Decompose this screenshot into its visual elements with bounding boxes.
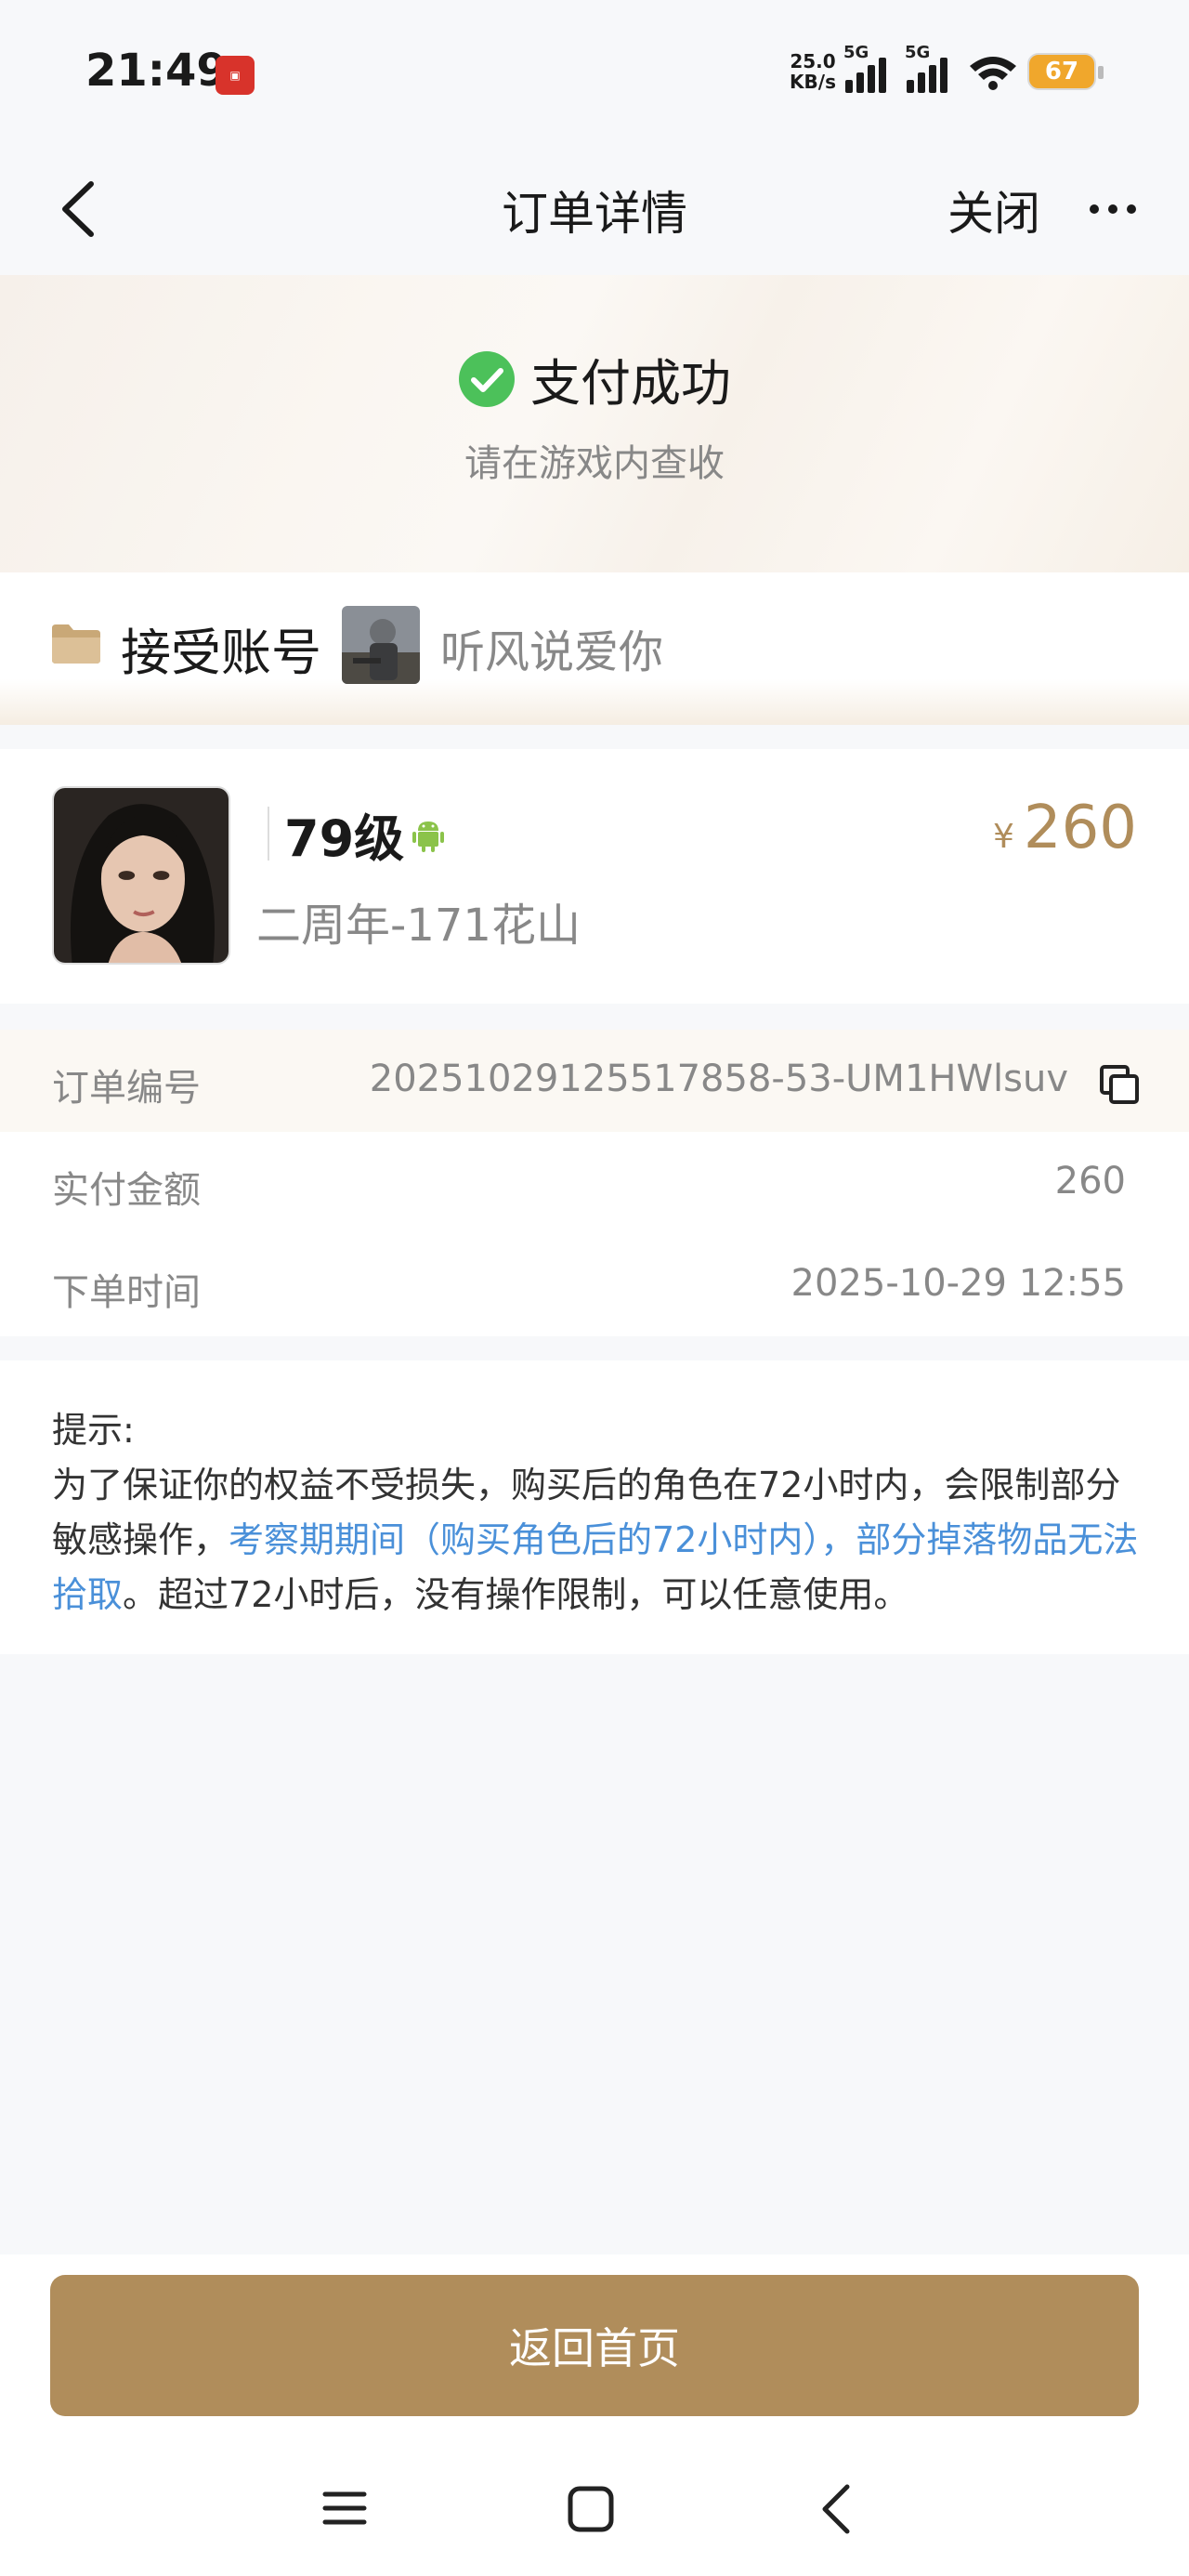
success-subtitle: 请在游戏内查收 — [464, 442, 725, 485]
nav-bar: 订单详情 关闭 — [0, 149, 1189, 275]
account-name: 听风说爱你 — [440, 626, 664, 678]
system-nav-bar — [0, 2474, 1189, 2548]
order-number-row: 订单编号 20251029125517858-53-UM1HWlsuv — [0, 1030, 1189, 1132]
character-portrait — [52, 786, 230, 965]
order-number-label: 订单编号 — [52, 1067, 201, 1110]
paid-amount-row: 实付金额 260 — [0, 1132, 1189, 1234]
order-time-value: 2025-10-29 12:55 — [790, 1262, 1126, 1305]
close-button[interactable]: 关闭 — [947, 177, 1040, 243]
tip-text: 提示: 为了保证你的权益不受损失，购买后的角色在72小时内，会限制部分敏感操作，… — [52, 1403, 1139, 1623]
sim1-label: 5G — [843, 43, 869, 62]
check-circle-icon — [459, 350, 515, 407]
price-amount: 260 — [1023, 794, 1137, 862]
menu-icon[interactable] — [320, 2483, 370, 2533]
avatar — [342, 606, 420, 684]
signal-icon: 5G — [905, 43, 959, 93]
divider — [268, 807, 269, 861]
wifi-icon — [970, 57, 1016, 90]
status-time: 21:49 — [85, 45, 228, 97]
character-level: 79级 — [284, 809, 405, 868]
battery-icon: 67 — [1027, 53, 1104, 90]
android-icon — [412, 821, 444, 852]
signal-icon: 5G — [843, 43, 897, 93]
receiving-account-section: 接受账号 听风说爱你 — [0, 572, 1189, 725]
home-icon[interactable] — [565, 2483, 617, 2535]
status-bar: 21:49 ▣ 25.0 KB/s 5G 5G 67 — [0, 0, 1189, 149]
more-dots-icon[interactable] — [1085, 195, 1141, 223]
app-notification-icon: ▣ — [216, 56, 255, 95]
back-icon[interactable] — [814, 2481, 860, 2537]
product-price: ¥ 260 — [993, 794, 1137, 862]
folder-icon — [52, 624, 100, 664]
sim2-label: 5G — [905, 43, 931, 62]
order-info-section: 订单编号 20251029125517858-53-UM1HWlsuv 实付金额… — [0, 1030, 1189, 1336]
order-time-row: 下单时间 2025-10-29 12:55 — [0, 1234, 1189, 1336]
tip-section: 提示: 为了保证你的权益不受损失，购买后的角色在72小时内，会限制部分敏感操作，… — [0, 1360, 1189, 1654]
order-time-label: 下单时间 — [52, 1271, 201, 1314]
network-speed-unit: KB/s — [790, 71, 836, 93]
copy-icon[interactable] — [1098, 1063, 1141, 1106]
paid-amount-label: 实付金额 — [52, 1169, 201, 1212]
return-home-button[interactable]: 返回首页 — [50, 2275, 1139, 2416]
network-speed-value: 25.0 — [790, 50, 836, 72]
bottom-area: 返回首页 — [0, 2254, 1189, 2576]
account-label: 接受账号 — [121, 624, 321, 682]
network-speed: 25.0 KB/s — [790, 51, 836, 92]
server-name: 二周年-171花山 — [256, 900, 581, 952]
success-row: 支付成功 — [0, 342, 1189, 415]
payment-success-banner: 支付成功 请在游戏内查收 — [0, 275, 1189, 572]
product-card[interactable]: 79级 二周年-171花山 ¥ 260 — [0, 749, 1189, 1004]
success-title: 支付成功 — [530, 354, 731, 413]
tip-text-part2: 。超过72小时后，没有操作限制，可以任意使用。 — [123, 1574, 909, 1615]
order-number-value: 20251029125517858-53-UM1HWlsuv — [369, 1058, 1068, 1100]
tip-title: 提示: — [52, 1410, 135, 1451]
status-indicators: 25.0 KB/s 5G 5G 67 — [790, 43, 1104, 95]
paid-amount-value: 260 — [1054, 1160, 1126, 1203]
currency-symbol: ¥ — [992, 818, 1014, 856]
